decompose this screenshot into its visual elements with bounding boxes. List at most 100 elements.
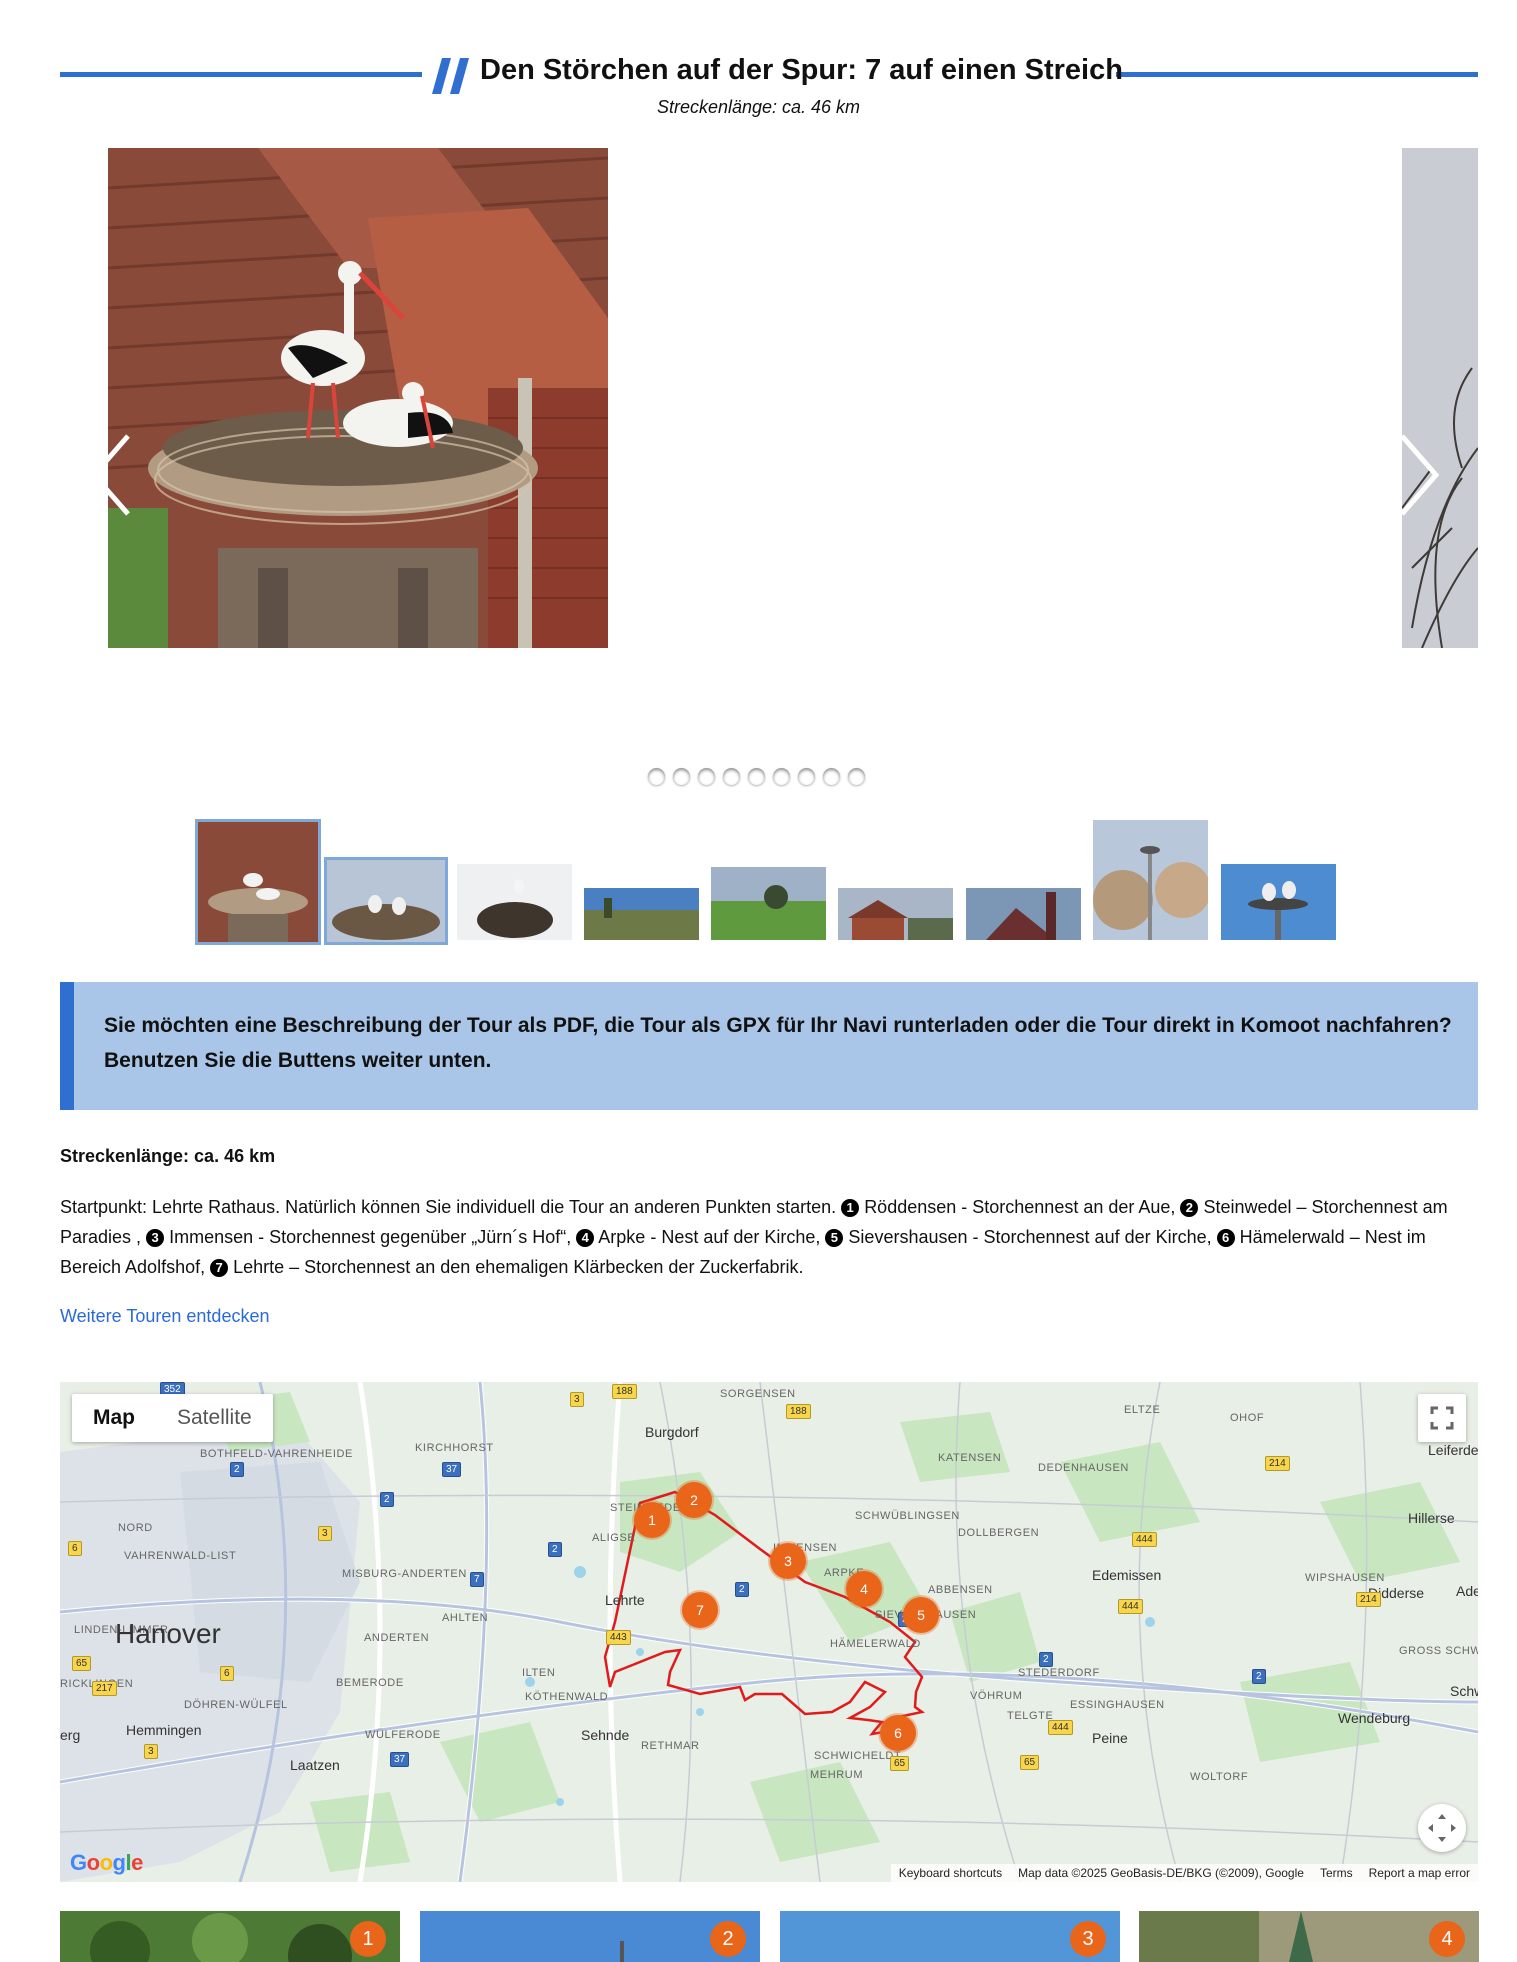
carousel-dot[interactable]	[798, 768, 815, 785]
stop-text: Lehrte – Storchennest an den ehemaligen …	[233, 1257, 804, 1277]
thumbnail-8[interactable]	[1093, 820, 1208, 940]
map-place-label: HÄMELERWALD	[830, 1638, 921, 1650]
more-tours-link[interactable]: Weitere Touren entdecken	[60, 1306, 269, 1327]
stop-number: 5	[825, 1229, 844, 1247]
thumbnail-4[interactable]	[584, 888, 699, 940]
route-stop-marker[interactable]: 6	[880, 1715, 916, 1751]
map-camera-control-button[interactable]	[1418, 1804, 1466, 1852]
map-place-label: Wendeburg	[1338, 1710, 1411, 1726]
road-number-shield: 444	[1118, 1599, 1143, 1614]
stork-nest-photo	[108, 148, 608, 648]
stop-number: 7	[210, 1259, 229, 1277]
carousel-dot[interactable]	[673, 768, 690, 785]
stop-text: Immensen - Storchennest gegenüber „Jürn´…	[169, 1227, 572, 1247]
road-number-shield: 443	[606, 1630, 631, 1645]
road-number-shield: 65	[72, 1656, 92, 1671]
carousel-dot[interactable]	[748, 768, 765, 785]
report-map-error-link[interactable]: Report a map error	[1369, 1864, 1470, 1882]
thumbnail-6[interactable]	[838, 888, 953, 940]
carousel-dot[interactable]	[698, 768, 715, 785]
page-subtitle: Streckenlänge: ca. 46 km	[656, 97, 861, 117]
map-place-label: NORD	[118, 1522, 153, 1534]
map-place-label: Lehrte	[605, 1592, 645, 1608]
map-place-label: Ade	[1456, 1583, 1478, 1599]
map-place-label: RETHMAR	[641, 1740, 700, 1752]
map-place-label: SORGENSEN	[720, 1388, 796, 1400]
road-number-shield: 2	[1039, 1652, 1053, 1667]
carousel-dot[interactable]	[648, 768, 665, 785]
map-place-label: GROSS SCHW	[1399, 1645, 1478, 1657]
title-rule-left	[60, 72, 422, 77]
stop-card-badge: 3	[1070, 1921, 1106, 1957]
map-place-label: Laatzen	[290, 1757, 340, 1773]
road-number-shield: 444	[1048, 1720, 1073, 1735]
carousel-next-button[interactable]	[1386, 430, 1446, 520]
map-place-label: SCHWÜBLINGSEN	[855, 1510, 960, 1522]
road-number-shield: 2	[548, 1542, 562, 1557]
thumbnail-5[interactable]	[711, 867, 826, 940]
map-place-label: ILTEN	[522, 1667, 556, 1679]
map-place-label: SCHWICHELDT	[814, 1750, 902, 1762]
map-place-label: WIPSHAUSEN	[1305, 1572, 1385, 1584]
road-number-shield: 6	[220, 1666, 234, 1681]
stop-card-1[interactable]: 1	[60, 1911, 400, 1962]
terms-link[interactable]: Terms	[1320, 1864, 1353, 1882]
download-info-text: Sie möchten eine Beschreibung der Tour a…	[104, 1014, 1452, 1072]
map-place-label: DÖHREN-WÜLFEL	[184, 1699, 288, 1711]
map-place-label: ABBENSEN	[928, 1584, 993, 1596]
road-number-shield: 3	[144, 1744, 158, 1759]
thumbnail-7[interactable]	[966, 888, 1081, 940]
stop-number: 4	[576, 1229, 595, 1247]
thumbnail-3[interactable]	[457, 864, 572, 940]
road-number-shield: 188	[612, 1384, 637, 1399]
carousel-dot[interactable]	[723, 768, 740, 785]
stop-card-4[interactable]: 4	[1139, 1911, 1479, 1962]
map-place-label: Burgdorf	[645, 1424, 699, 1440]
road-number-shield: 217	[92, 1681, 117, 1696]
stop-card-2[interactable]: 2	[420, 1911, 760, 1962]
map-place-label: MISBURG-ANDERTEN	[342, 1568, 467, 1580]
route-map[interactable]: SORGENSEN Burgdorf ELTZE OHOF Leiferde BOTHFE…	[60, 1382, 1478, 1882]
stop-card-badge: 4	[1429, 1921, 1465, 1957]
carousel-slide-next-peek	[1402, 148, 1478, 648]
route-stop-marker[interactable]: 4	[846, 1571, 882, 1607]
download-info-box: Sie möchten eine Beschreibung der Tour a…	[60, 982, 1478, 1110]
route-stop-marker[interactable]: 3	[770, 1543, 806, 1579]
map-place-label: KIRCHHORST	[415, 1442, 494, 1454]
route-length: Streckenlänge: ca. 46 km	[60, 1146, 276, 1166]
carousel-prev-button[interactable]	[84, 430, 144, 520]
stop-text: Sievershausen - Storchennest auf der Kir…	[848, 1227, 1212, 1247]
map-place-label: TELGTE	[1007, 1710, 1054, 1722]
map-place-label: BOTHFELD-VAHRENHEIDE	[200, 1448, 353, 1460]
map-tab-satellite[interactable]: Satellite	[156, 1394, 273, 1442]
map-tab-map[interactable]: Map	[72, 1394, 156, 1442]
thumbnail-9[interactable]	[1221, 864, 1336, 940]
map-place-label: Peine	[1092, 1730, 1128, 1746]
carousel-slide-stork-nest[interactable]	[108, 148, 608, 648]
road-number-shield: 214	[1356, 1592, 1381, 1607]
carousel-dot[interactable]	[773, 768, 790, 785]
route-stop-marker[interactable]: 7	[682, 1592, 718, 1628]
thumbnail-1[interactable]	[195, 819, 321, 945]
road-number-shield: 7	[470, 1572, 484, 1587]
camera-control-icon	[1428, 1814, 1456, 1842]
route-stop-marker[interactable]: 1	[634, 1502, 670, 1538]
map-place-label: erg	[60, 1727, 81, 1743]
stop-card-badge: 2	[710, 1921, 746, 1957]
map-fullscreen-button[interactable]	[1418, 1394, 1466, 1442]
keyboard-shortcuts-link[interactable]: Keyboard shortcuts	[899, 1864, 1002, 1882]
map-place-label: AHLTEN	[442, 1612, 489, 1624]
carousel-dot[interactable]	[823, 768, 840, 785]
stop-card-3[interactable]: 3	[780, 1911, 1120, 1962]
map-place-label: KATENSEN	[938, 1452, 1002, 1464]
google-logo: Google	[70, 1850, 143, 1875]
map-place-label: Edemissen	[1092, 1567, 1162, 1583]
page-title: Den Störchen auf der Spur: 7 auf einen S…	[480, 54, 1123, 86]
carousel-dot[interactable]	[848, 768, 865, 785]
map-data-attribution: Map data ©2025 GeoBasis-DE/BKG (©2009), …	[1018, 1866, 1304, 1880]
map-place-label: Leiferde	[1428, 1442, 1478, 1458]
thumbnail-2[interactable]	[324, 857, 448, 945]
route-stop-marker[interactable]: 5	[903, 1597, 939, 1633]
map-place-label: KÖTHENWALD	[525, 1691, 609, 1703]
route-stop-marker[interactable]: 2	[676, 1482, 712, 1518]
